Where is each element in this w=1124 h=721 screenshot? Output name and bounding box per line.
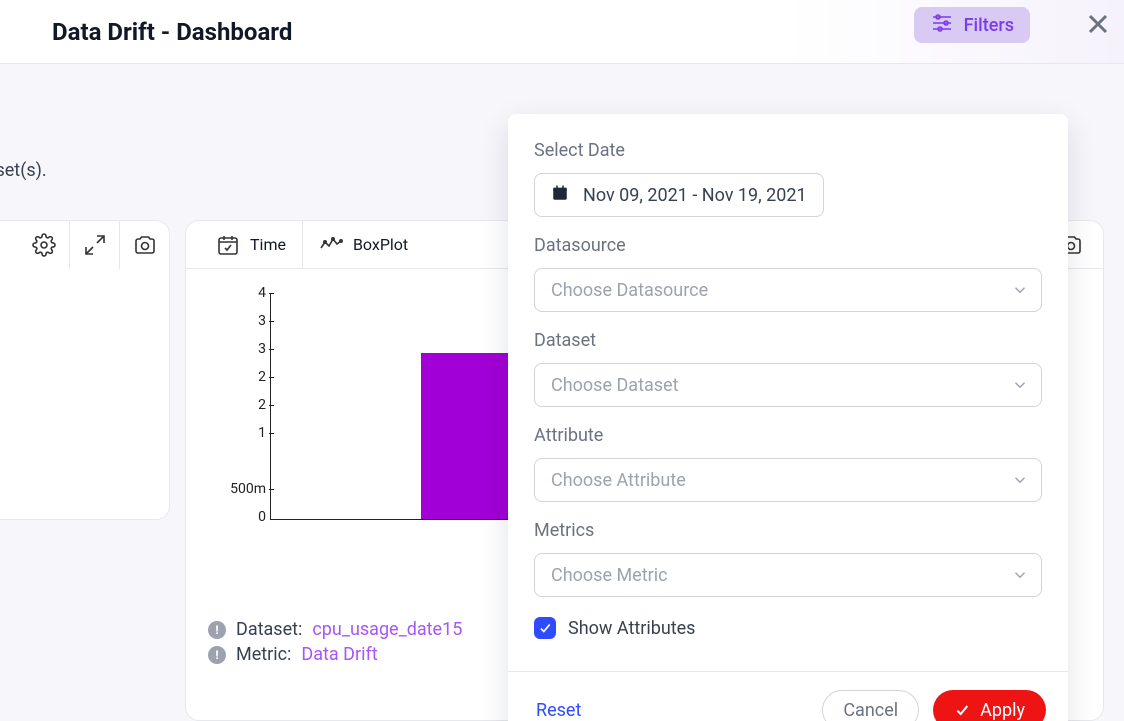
meta-dataset-value[interactable]: cpu_usage_date15	[312, 619, 462, 640]
datasource-label: Datasource	[534, 235, 1042, 256]
show-attributes-row: Show Attributes	[534, 617, 1042, 639]
filters-button[interactable]: Filters	[914, 7, 1030, 43]
ytick-2: 2	[258, 397, 266, 413]
check-icon	[954, 702, 970, 718]
left-chart-card	[0, 220, 170, 520]
filters-label: Filters	[964, 15, 1014, 36]
apply-label: Apply	[980, 700, 1025, 721]
cancel-button[interactable]: Cancel	[822, 690, 919, 721]
dataset-label: Dataset	[534, 330, 1042, 351]
meta-metric-value[interactable]: Data Drift	[301, 644, 377, 665]
select-date-label: Select Date	[534, 140, 1042, 161]
metrics-placeholder: Choose Metric	[551, 565, 668, 586]
meta-dataset-label: Dataset:	[236, 619, 302, 640]
dataset-placeholder: Choose Dataset	[551, 375, 678, 396]
filters-panel-footer: Reset Cancel Apply	[508, 671, 1068, 721]
ytick-500m: 500m	[230, 481, 266, 497]
boxplot-icon	[319, 233, 343, 257]
ytick-0: 0	[258, 509, 266, 525]
sliders-icon	[930, 11, 954, 40]
page-title: Data Drift - Dashboard	[52, 18, 292, 46]
content: ataset(s).	[0, 64, 1124, 721]
chart-metadata: ! Dataset: cpu_usage_date15 ! Metric: Da…	[208, 615, 462, 669]
close-panel-button[interactable]	[1082, 8, 1114, 40]
ytick-4: 4	[258, 285, 266, 301]
calendar-check-icon	[216, 233, 240, 257]
info-icon: !	[208, 621, 226, 639]
attribute-placeholder: Choose Attribute	[551, 470, 686, 491]
camera-icon	[133, 233, 157, 257]
tab-time-label: Time	[250, 235, 286, 254]
chevron-down-icon	[1011, 566, 1029, 584]
screenshot-button[interactable]	[119, 221, 169, 269]
meta-row-dataset: ! Dataset: cpu_usage_date15	[208, 619, 462, 640]
dataset-select[interactable]: Choose Dataset	[534, 363, 1042, 407]
ytick-3: 3	[258, 341, 266, 357]
header: Data Drift - Dashboard Filters	[0, 0, 1124, 64]
ytick-3b: 3	[258, 313, 266, 329]
meta-row-metric: ! Metric: Data Drift	[208, 644, 462, 665]
chevron-down-icon	[1011, 471, 1029, 489]
datasets-summary-text: ataset(s).	[0, 160, 47, 181]
apply-button[interactable]: Apply	[933, 690, 1046, 721]
attribute-label: Attribute	[534, 425, 1042, 446]
metrics-select[interactable]: Choose Metric	[534, 553, 1042, 597]
settings-button[interactable]	[19, 221, 69, 269]
left-card-toolbar	[0, 221, 169, 269]
tab-time[interactable]: Time	[200, 221, 303, 269]
ytick-2b: 2	[258, 369, 266, 385]
date-range-value: Nov 09, 2021 - Nov 19, 2021	[583, 185, 807, 206]
tab-boxplot[interactable]: BoxPlot	[303, 221, 424, 269]
info-icon: !	[208, 646, 226, 664]
gear-icon	[32, 233, 56, 257]
expand-button[interactable]	[69, 221, 119, 269]
calendar-icon	[551, 184, 569, 207]
chevron-down-icon	[1011, 376, 1029, 394]
metrics-label: Metrics	[534, 520, 1042, 541]
show-attributes-checkbox[interactable]	[534, 617, 556, 639]
datasource-placeholder: Choose Datasource	[551, 280, 708, 301]
reset-button[interactable]: Reset	[536, 700, 581, 721]
date-range-button[interactable]: Nov 09, 2021 - Nov 19, 2021	[534, 173, 824, 217]
meta-metric-label: Metric:	[236, 644, 291, 665]
datasource-select[interactable]: Choose Datasource	[534, 268, 1042, 312]
expand-icon	[83, 233, 107, 257]
chevron-down-icon	[1011, 281, 1029, 299]
attribute-select[interactable]: Choose Attribute	[534, 458, 1042, 502]
show-attributes-label: Show Attributes	[568, 618, 695, 639]
tab-boxplot-label: BoxPlot	[353, 235, 408, 254]
filters-panel: Select Date Nov 09, 2021 - Nov 19, 2021 …	[508, 114, 1068, 721]
ytick-1: 1	[258, 425, 266, 441]
